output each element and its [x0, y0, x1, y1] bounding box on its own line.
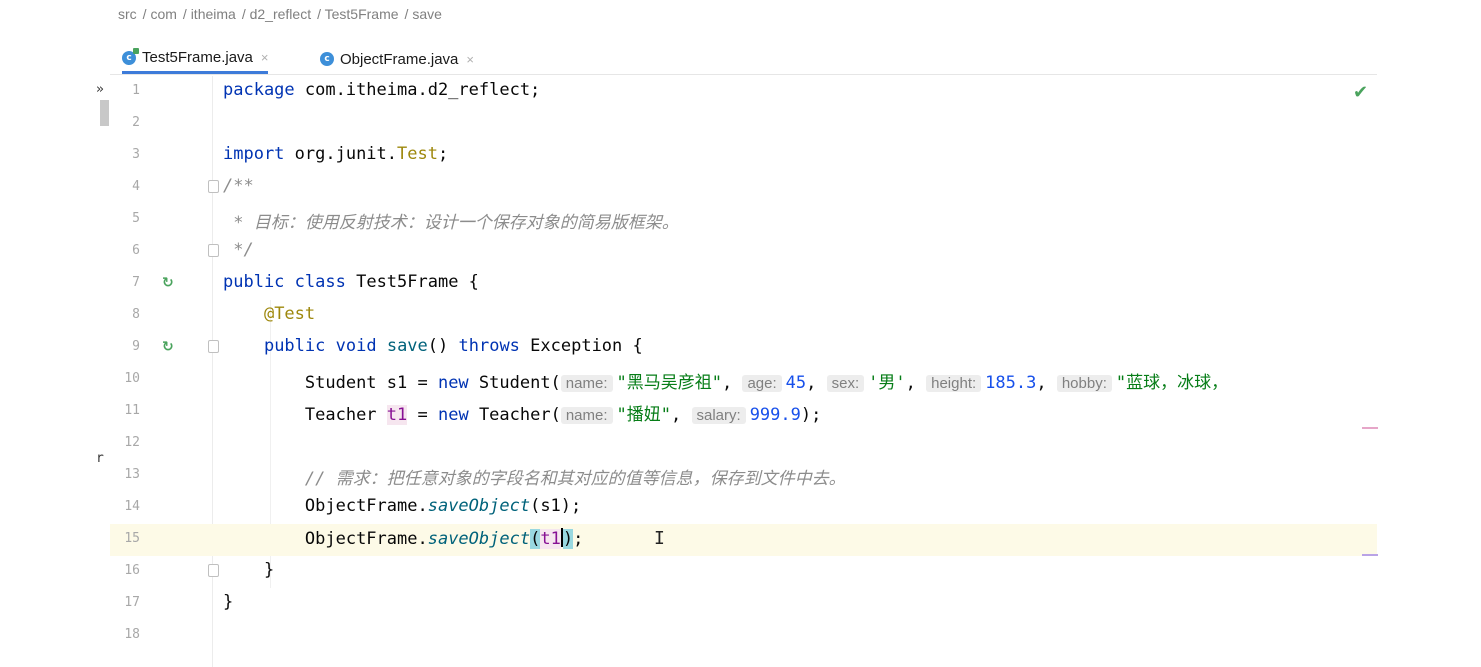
breadcrumb-item[interactable]: save: [412, 6, 442, 22]
code-text: public class Test5Frame {: [223, 272, 479, 292]
side-panel-fragment: »: [96, 82, 104, 97]
line-number: 14: [124, 499, 140, 514]
scrollbar-marker[interactable]: [1362, 554, 1378, 556]
code-text: Teacher t1 = new Teacher(name: "播妞", sala…: [304, 405, 822, 425]
breadcrumb-item[interactable]: itheima: [191, 6, 236, 22]
class-icon: c: [320, 52, 334, 66]
code-line: 17 }: [110, 588, 1377, 620]
breadcrumb-item[interactable]: com: [150, 6, 176, 22]
code-text: ObjectFrame.saveObject(s1);: [304, 496, 582, 516]
line-number: 11: [124, 403, 140, 418]
code-text: }: [263, 560, 275, 580]
line-number: 1: [132, 83, 140, 98]
inspection-ok-icon[interactable]: ✔: [1353, 82, 1368, 103]
code-line: 6 */: [110, 236, 1377, 268]
close-icon[interactable]: ×: [466, 52, 474, 67]
fold-toggle-icon[interactable]: [208, 180, 219, 193]
side-panel-fragment: r: [96, 451, 104, 466]
line-number: 4: [132, 179, 140, 194]
line-number: 7: [132, 275, 140, 290]
code-text: */: [223, 240, 254, 260]
code-line-current: 15 ObjectFrame.saveObject(t1); I: [110, 524, 1377, 556]
editor-tab-bar: c Test5Frame.java × c ObjectFrame.java ×: [110, 44, 1377, 75]
breadcrumb-item[interactable]: Test5Frame: [325, 6, 399, 22]
line-number: 12: [124, 435, 140, 450]
tab-objectframe[interactable]: c ObjectFrame.java ×: [320, 44, 474, 74]
tab-label: Test5Frame.java: [142, 49, 253, 66]
code-line: 12: [110, 428, 1377, 460]
line-number: 5: [132, 211, 140, 226]
code-line: 9 ↻ public void save() throws Exception …: [110, 332, 1377, 364]
code-line: 11 Teacher t1 = new Teacher(name: "播妞", s…: [110, 396, 1377, 428]
code-text: /**: [223, 176, 254, 196]
runnable-class-icon: c: [122, 47, 139, 65]
line-number: 3: [132, 147, 140, 162]
breadcrumb: src / com / itheima / d2_reflect / Test5Fram…: [118, 6, 442, 22]
code-line: 14 ObjectFrame.saveObject(s1);: [110, 492, 1377, 524]
code-line: 7 ↻ public class Test5Frame {: [110, 268, 1377, 300]
line-number: 2: [132, 115, 140, 130]
code-line: 8 @Test: [110, 300, 1377, 332]
code-text: * 目标：使用反射技术：设计一个保存对象的简易版框架。: [223, 213, 679, 233]
code-line: 5 * 目标：使用反射技术：设计一个保存对象的简易版框架。: [110, 204, 1377, 236]
param-hint: hobby:: [1056, 375, 1112, 392]
line-number: 17: [124, 595, 140, 610]
fold-toggle-icon[interactable]: [208, 340, 219, 353]
breadcrumb-item[interactable]: d2_reflect: [250, 6, 311, 22]
code-text: public void save() throws Exception {: [263, 336, 643, 356]
run-test-icon[interactable]: ↻: [162, 275, 176, 291]
code-line: 4 /**: [110, 172, 1377, 204]
param-hint: salary:: [691, 407, 746, 424]
fold-end-icon[interactable]: [208, 564, 219, 577]
breadcrumb-bar: src / com / itheima / d2_reflect / Test5Fram…: [110, 0, 1377, 28]
matched-paren: ): [562, 529, 574, 549]
line-number: 15: [124, 531, 140, 546]
matched-paren: (: [530, 529, 541, 549]
code-line: 1 package com.itheima.d2_reflect;: [110, 76, 1377, 108]
param-hint: age:: [742, 375, 782, 392]
code-text: // 需求：把任意对象的字段名和其对应的值等信息，保存到文件中去。: [304, 469, 846, 489]
line-number: 8: [132, 307, 140, 322]
code-line: 16 }: [110, 556, 1377, 588]
code-line: 13 // 需求：把任意对象的字段名和其对应的值等信息，保存到文件中去。: [110, 460, 1377, 492]
fold-end-icon[interactable]: [208, 244, 219, 257]
param-hint: sex:: [826, 375, 865, 392]
code-line: 3 import org.junit.Test;: [110, 140, 1377, 172]
code-line: 18: [110, 620, 1377, 652]
tab-label: ObjectFrame.java: [340, 50, 459, 68]
line-number: 18: [124, 627, 140, 642]
code-text: Student s1 = new Student(name: "黑马吴彦祖", a…: [304, 373, 1229, 393]
code-text: package com.itheima.d2_reflect;: [223, 80, 541, 100]
breadcrumb-item[interactable]: src: [118, 6, 137, 22]
side-panel-scroll: [100, 100, 109, 126]
run-test-icon[interactable]: ↻: [162, 339, 176, 355]
code-editor[interactable]: 1 package com.itheima.d2_reflect; 2 3 im…: [110, 76, 1377, 667]
mouse-ibeam-cursor: I: [654, 528, 665, 549]
code-text: import org.junit.Test;: [223, 144, 449, 164]
line-number: 10: [124, 371, 140, 386]
line-number: 6: [132, 243, 140, 258]
param-hint: name:: [560, 375, 613, 392]
code-text: ObjectFrame.saveObject(t1);: [304, 528, 584, 549]
scrollbar-marker[interactable]: [1362, 427, 1378, 429]
line-number: 13: [124, 467, 140, 482]
code-line: 10 Student s1 = new Student(name: "黑马吴彦祖"…: [110, 364, 1377, 396]
code-text: @Test: [263, 304, 316, 324]
line-number: 9: [132, 339, 140, 354]
line-number: 16: [124, 563, 140, 578]
code-text: }: [223, 592, 234, 612]
close-icon[interactable]: ×: [261, 50, 269, 65]
param-hint: height:: [926, 375, 982, 392]
param-hint: name:: [560, 407, 613, 424]
tab-test5frame[interactable]: c Test5Frame.java ×: [122, 44, 269, 74]
code-line: 2: [110, 108, 1377, 140]
